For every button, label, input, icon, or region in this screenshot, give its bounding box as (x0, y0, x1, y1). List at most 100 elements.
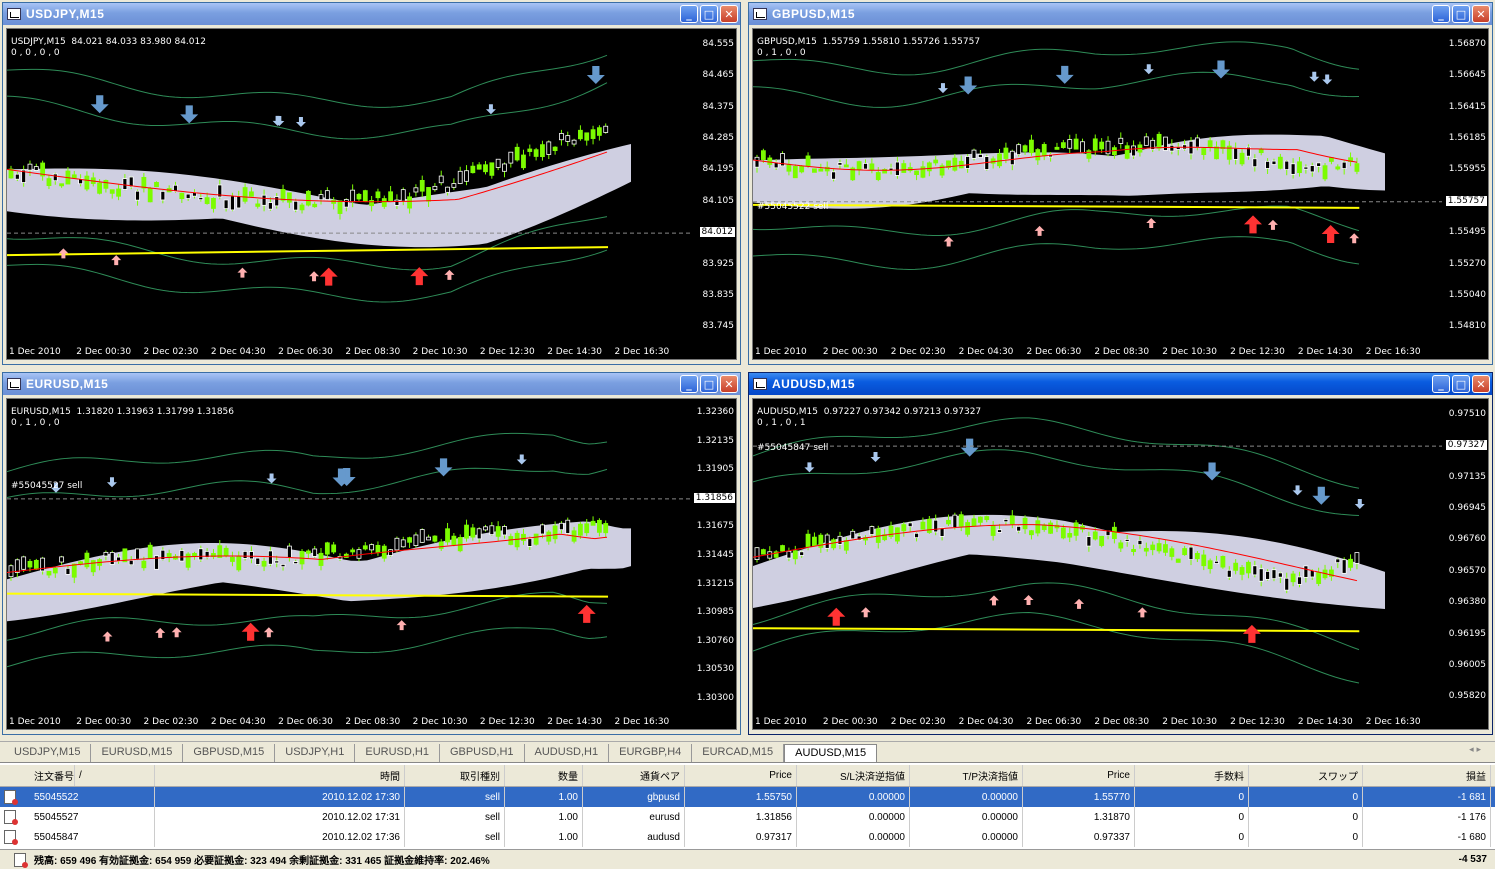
chart-tab[interactable]: GBPUSD,H1 (440, 744, 525, 762)
chart-tab[interactable]: USDJPY,M15 (4, 744, 92, 762)
symbol-info-line2: 0 , 1 , 0 , 1 (757, 418, 806, 428)
col-sl[interactable]: S/L決済逆指値 (797, 765, 910, 786)
tab-scroll-arrows-icon[interactable]: ◂ ▸ (1469, 745, 1481, 755)
time-scale[interactable]: 1 Dec 2010 2 Dec 00:30 2 Dec 02:30 2 Dec 04… (753, 715, 1488, 729)
down-arrow-icon (1354, 499, 1365, 510)
col-swap[interactable]: スワップ (1249, 765, 1363, 786)
chart-tab[interactable]: USDJPY,H1 (275, 744, 356, 762)
candle-body (914, 532, 919, 539)
candle-body (527, 538, 533, 547)
candle-body (343, 199, 349, 208)
col-time[interactable]: 時間 (155, 765, 405, 786)
candle-body (1290, 573, 1296, 583)
chart-tab-active[interactable]: AUDUSD,M15 (784, 744, 878, 762)
maximize-button[interactable]: □ (1452, 375, 1470, 393)
candle-body (1335, 558, 1341, 564)
maximize-button[interactable]: □ (700, 375, 718, 393)
candle-body (596, 127, 602, 136)
close-button[interactable]: ✕ (720, 375, 738, 393)
order-row[interactable]: 55045527 2010.12.02 17:31 sell 1.00 euru… (0, 807, 1495, 827)
candle-body (1214, 146, 1219, 160)
price-scale[interactable]: 1.56870 1.56645 1.56415 1.56185 1.55955 1.557… (1444, 29, 1488, 359)
col-profit[interactable]: 損益 (1363, 765, 1491, 786)
chart-area[interactable]: AUDUSD,M15 0.97227 0.97342 0.97213 0.973… (752, 398, 1489, 730)
col-symbol[interactable]: 通貨ペア (583, 765, 685, 786)
maximize-button[interactable]: □ (700, 5, 718, 23)
window-titlebar[interactable]: AUDUSD,M15 _ □ ✕ (749, 373, 1492, 395)
candle-body (413, 534, 419, 546)
col-commission[interactable]: 手数料 (1135, 765, 1249, 786)
symbol-info-line1: AUDUSD,M15 0.97227 0.97342 0.97213 0.973… (757, 407, 982, 417)
symbol-info-line2: 0 , 0 , 0 , 0 (11, 48, 60, 58)
minimize-button[interactable]: _ (680, 375, 698, 393)
time-tick: 1 Dec 2010 (755, 717, 807, 727)
time-tick: 2 Dec 10:30 (412, 347, 468, 357)
time-scale[interactable]: 1 Dec 2010 2 Dec 00:30 2 Dec 02:30 2 Dec 04… (7, 715, 736, 729)
chart-area[interactable]: EURUSD,M15 1.31820 1.31963 1.31799 1.318… (6, 398, 737, 730)
candle-body (90, 560, 96, 573)
maximize-button[interactable]: □ (1452, 5, 1470, 23)
time-scale[interactable]: 1 Dec 2010 2 Dec 00:30 2 Dec 02:30 2 Dec 04… (753, 345, 1488, 359)
chart-window-usdjpy[interactable]: USDJPY,M15 _ □ ✕ USDJPY,M15 84.021 84.03… (2, 2, 741, 365)
candle-body (1194, 552, 1200, 560)
col-price[interactable]: Price (685, 765, 797, 786)
col-size[interactable]: 数量 (505, 765, 583, 786)
price-tick: 1.56645 (1448, 70, 1486, 81)
chart-tab[interactable]: EURCAD,M15 (692, 744, 785, 762)
chart-tab[interactable]: EURGBP,H4 (609, 744, 693, 762)
chart-window-audusd[interactable]: AUDUSD,M15 _ □ ✕ AUDUSD,M15 0.97227 0.97… (748, 372, 1493, 735)
candle-body (1233, 562, 1239, 571)
chart-window-eurusd[interactable]: EURUSD,M15 _ □ ✕ EURUSD,M15 1.31820 1.31… (2, 372, 741, 735)
minimize-button[interactable]: _ (1432, 375, 1450, 393)
order-row[interactable]: 55045847 2010.12.02 17:36 sell 1.00 audu… (0, 827, 1495, 847)
col-sort-indicator: / (75, 765, 155, 786)
price-scale[interactable]: 84.555 84.465 84.375 84.285 84.195 84.105 84.0… (692, 29, 736, 359)
minimize-button[interactable]: _ (1432, 5, 1450, 23)
order-profit: -1 681 (1363, 787, 1491, 807)
candle-body (394, 537, 400, 551)
price-scale[interactable]: 1.32360 1.32135 1.31905 1.31856 1.31675 1.314… (692, 399, 736, 729)
window-titlebar[interactable]: USDJPY,M15 _ □ ✕ (3, 3, 740, 25)
close-button[interactable]: ✕ (1472, 5, 1490, 23)
col-type[interactable]: 取引種別 (405, 765, 505, 786)
candle-body (293, 200, 299, 211)
chart-tab[interactable]: AUDUSD,H1 (525, 744, 610, 762)
chart-tab[interactable]: EURUSD,H1 (355, 744, 440, 762)
candle-body (540, 144, 545, 158)
candle-body (305, 190, 311, 206)
chart-area[interactable]: USDJPY,M15 84.021 84.033 83.980 84.012 0… (6, 28, 737, 360)
minimize-button[interactable]: _ (680, 5, 698, 23)
chart-tab[interactable]: GBPUSD,M15 (183, 744, 276, 762)
order-row[interactable]: 55045522 2010.12.02 17:30 sell 1.00 gbpu… (0, 787, 1495, 807)
candle-body (965, 522, 971, 535)
chart-tab[interactable]: EURUSD,M15 (91, 744, 184, 762)
time-tick: 2 Dec 14:30 (1297, 717, 1353, 727)
window-titlebar[interactable]: GBPUSD,M15 _ □ ✕ (749, 3, 1492, 25)
chart-window-gbpusd[interactable]: GBPUSD,M15 _ □ ✕ GBPUSD,M15 1.55759 1.55… (748, 2, 1493, 365)
up-arrow-icon (171, 627, 182, 638)
price-tick: 1.32135 (696, 435, 734, 446)
candle-body (280, 189, 286, 201)
time-scale[interactable]: 1 Dec 2010 2 Dec 00:30 2 Dec 02:30 2 Dec 04… (7, 345, 736, 359)
window-titlebar[interactable]: EURUSD,M15 _ □ ✕ (3, 373, 740, 395)
col-tp[interactable]: T/P決済指値 (910, 765, 1023, 786)
time-tick: 2 Dec 16:30 (614, 717, 670, 727)
candle-body (1016, 144, 1022, 156)
candle-body (1284, 577, 1290, 591)
price-tick: 84.195 (702, 164, 735, 175)
candle-body (495, 158, 501, 168)
candle-body (837, 535, 843, 545)
time-tick: 2 Dec 02:30 (143, 717, 199, 727)
candle-body (71, 174, 77, 179)
col-order-id[interactable]: 注文番号 (30, 765, 75, 786)
price-tick: 0.97135 (1448, 471, 1486, 482)
close-button[interactable]: ✕ (720, 5, 738, 23)
price-tick: 1.30985 (696, 607, 734, 618)
col-current-price[interactable]: Price (1023, 765, 1135, 786)
price-scale[interactable]: 0.97510 0.97327 0.97135 0.96945 0.96760 0.965… (1444, 399, 1488, 729)
candle-body (1341, 559, 1347, 574)
close-button[interactable]: ✕ (1472, 375, 1490, 393)
balance-bar: 残高: 659 496 有効証拠金: 654 959 必要証拠金: 323 49… (0, 849, 1495, 869)
chart-area[interactable]: GBPUSD,M15 1.55759 1.55810 1.55726 1.557… (752, 28, 1489, 360)
candle-body (483, 164, 488, 173)
